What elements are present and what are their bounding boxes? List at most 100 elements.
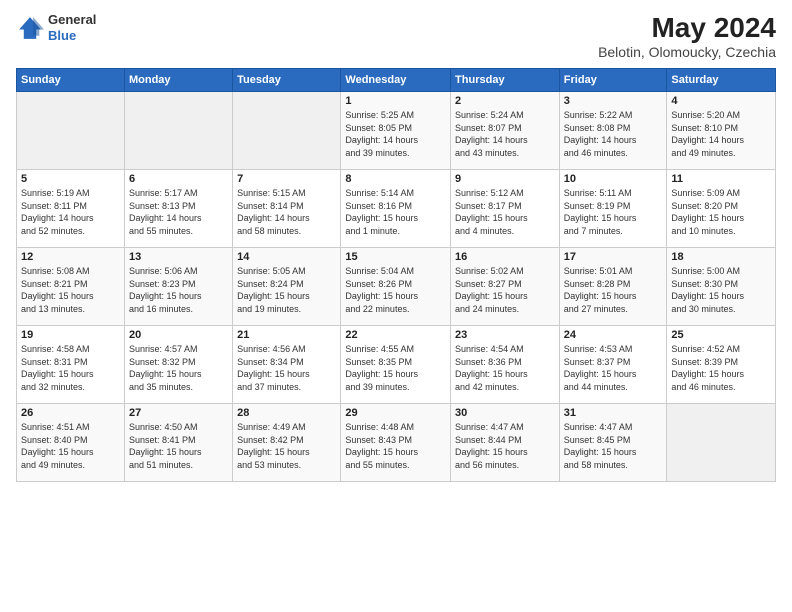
page: General Blue May 2024 Belotin, Olomoucky… <box>0 0 792 612</box>
day-info: Sunrise: 4:47 AMSunset: 8:45 PMDaylight:… <box>564 421 663 471</box>
sunrise-text: Sunrise: 5:04 AM <box>345 265 446 278</box>
daylight-text: and 39 minutes. <box>345 381 446 394</box>
day-number: 5 <box>21 173 120 185</box>
day-info: Sunrise: 5:01 AMSunset: 8:28 PMDaylight:… <box>564 265 663 315</box>
calendar-week-2: 5Sunrise: 5:19 AMSunset: 8:11 PMDaylight… <box>17 170 776 248</box>
calendar-cell: 21Sunrise: 4:56 AMSunset: 8:34 PMDayligh… <box>233 326 341 404</box>
daylight-text: and 39 minutes. <box>345 147 446 160</box>
logo-blue: Blue <box>48 28 96 44</box>
daylight-text: Daylight: 15 hours <box>564 368 663 381</box>
daylight-text: Daylight: 14 hours <box>237 212 336 225</box>
sunrise-text: Sunrise: 5:20 AM <box>671 109 771 122</box>
sunset-text: Sunset: 8:13 PM <box>129 200 228 213</box>
daylight-text: and 49 minutes. <box>671 147 771 160</box>
location: Belotin, Olomoucky, Czechia <box>598 44 776 60</box>
daylight-text: Daylight: 15 hours <box>21 290 120 303</box>
day-number: 25 <box>671 329 771 341</box>
daylight-text: and 58 minutes. <box>564 459 663 472</box>
daylight-text: Daylight: 15 hours <box>455 368 555 381</box>
daylight-text: and 22 minutes. <box>345 303 446 316</box>
sunrise-text: Sunrise: 4:50 AM <box>129 421 228 434</box>
sunset-text: Sunset: 8:44 PM <box>455 434 555 447</box>
day-number: 17 <box>564 251 663 263</box>
sunset-text: Sunset: 8:10 PM <box>671 122 771 135</box>
sunrise-text: Sunrise: 5:22 AM <box>564 109 663 122</box>
day-number: 22 <box>345 329 446 341</box>
sunrise-text: Sunrise: 5:01 AM <box>564 265 663 278</box>
day-number: 7 <box>237 173 336 185</box>
sunrise-text: Sunrise: 4:54 AM <box>455 343 555 356</box>
day-info: Sunrise: 4:56 AMSunset: 8:34 PMDaylight:… <box>237 343 336 393</box>
calendar-week-5: 26Sunrise: 4:51 AMSunset: 8:40 PMDayligh… <box>17 404 776 482</box>
sunset-text: Sunset: 8:14 PM <box>237 200 336 213</box>
daylight-text: Daylight: 15 hours <box>564 290 663 303</box>
day-number: 8 <box>345 173 446 185</box>
sunrise-text: Sunrise: 4:47 AM <box>564 421 663 434</box>
day-info: Sunrise: 4:49 AMSunset: 8:42 PMDaylight:… <box>237 421 336 471</box>
sunset-text: Sunset: 8:17 PM <box>455 200 555 213</box>
logo-icon <box>16 14 44 42</box>
sunrise-text: Sunrise: 5:12 AM <box>455 187 555 200</box>
daylight-text: and 37 minutes. <box>237 381 336 394</box>
sunset-text: Sunset: 8:05 PM <box>345 122 446 135</box>
daylight-text: and 13 minutes. <box>21 303 120 316</box>
col-thursday: Thursday <box>451 69 560 92</box>
daylight-text: Daylight: 15 hours <box>671 368 771 381</box>
daylight-text: Daylight: 15 hours <box>455 446 555 459</box>
daylight-text: Daylight: 15 hours <box>345 446 446 459</box>
day-info: Sunrise: 5:15 AMSunset: 8:14 PMDaylight:… <box>237 187 336 237</box>
day-info: Sunrise: 5:09 AMSunset: 8:20 PMDaylight:… <box>671 187 771 237</box>
daylight-text: and 46 minutes. <box>671 381 771 394</box>
daylight-text: Daylight: 15 hours <box>345 290 446 303</box>
daylight-text: Daylight: 14 hours <box>345 134 446 147</box>
sunrise-text: Sunrise: 4:56 AM <box>237 343 336 356</box>
day-number: 24 <box>564 329 663 341</box>
calendar-cell: 17 Sunrise: 5:01 AMSunset: 8:28 PMDayligh… <box>559 248 667 326</box>
daylight-text: and 53 minutes. <box>237 459 336 472</box>
sunset-text: Sunset: 8:07 PM <box>455 122 555 135</box>
day-number: 12 <box>21 251 120 263</box>
sunrise-text: Sunrise: 5:11 AM <box>564 187 663 200</box>
sunset-text: Sunset: 8:31 PM <box>21 356 120 369</box>
sunset-text: Sunset: 8:39 PM <box>671 356 771 369</box>
day-info: Sunrise: 5:12 AMSunset: 8:17 PMDaylight:… <box>455 187 555 237</box>
day-number: 31 <box>564 407 663 419</box>
sunrise-text: Sunrise: 4:49 AM <box>237 421 336 434</box>
day-info: Sunrise: 5:04 AMSunset: 8:26 PMDaylight:… <box>345 265 446 315</box>
calendar-week-4: 19Sunrise: 4:58 AMSunset: 8:31 PMDayligh… <box>17 326 776 404</box>
day-info: Sunrise: 4:48 AMSunset: 8:43 PMDaylight:… <box>345 421 446 471</box>
day-number: 29 <box>345 407 446 419</box>
daylight-text: Daylight: 15 hours <box>21 368 120 381</box>
daylight-text: and 55 minutes. <box>129 225 228 238</box>
daylight-text: Daylight: 15 hours <box>237 290 336 303</box>
sunset-text: Sunset: 8:30 PM <box>671 278 771 291</box>
day-info: Sunrise: 4:54 AMSunset: 8:36 PMDaylight:… <box>455 343 555 393</box>
day-info: Sunrise: 5:14 AMSunset: 8:16 PMDaylight:… <box>345 187 446 237</box>
sunset-text: Sunset: 8:35 PM <box>345 356 446 369</box>
daylight-text: and 58 minutes. <box>237 225 336 238</box>
day-info: Sunrise: 5:24 AMSunset: 8:07 PMDaylight:… <box>455 109 555 159</box>
calendar-cell: 11Sunrise: 5:09 AMSunset: 8:20 PMDayligh… <box>667 170 776 248</box>
daylight-text: and 16 minutes. <box>129 303 228 316</box>
calendar-cell: 28Sunrise: 4:49 AMSunset: 8:42 PMDayligh… <box>233 404 341 482</box>
daylight-text: Daylight: 15 hours <box>345 212 446 225</box>
calendar-cell: 19Sunrise: 4:58 AMSunset: 8:31 PMDayligh… <box>17 326 125 404</box>
day-number: 19 <box>21 329 120 341</box>
calendar-cell: 14Sunrise: 5:05 AMSunset: 8:24 PMDayligh… <box>233 248 341 326</box>
sunrise-text: Sunrise: 5:00 AM <box>671 265 771 278</box>
sunset-text: Sunset: 8:28 PM <box>564 278 663 291</box>
day-number: 14 <box>237 251 336 263</box>
day-number: 13 <box>129 251 228 263</box>
sunrise-text: Sunrise: 4:51 AM <box>21 421 120 434</box>
daylight-text: Daylight: 15 hours <box>564 446 663 459</box>
calendar-cell: 13Sunrise: 5:06 AMSunset: 8:23 PMDayligh… <box>124 248 232 326</box>
day-info: Sunrise: 5:17 AMSunset: 8:13 PMDaylight:… <box>129 187 228 237</box>
col-saturday: Saturday <box>667 69 776 92</box>
calendar-cell: 22Sunrise: 4:55 AMSunset: 8:35 PMDayligh… <box>341 326 451 404</box>
sunset-text: Sunset: 8:36 PM <box>455 356 555 369</box>
day-number: 26 <box>21 407 120 419</box>
calendar-cell <box>17 92 125 170</box>
calendar-cell: 18Sunrise: 5:00 AMSunset: 8:30 PMDayligh… <box>667 248 776 326</box>
sunrise-text: Sunrise: 4:47 AM <box>455 421 555 434</box>
sunset-text: Sunset: 8:26 PM <box>345 278 446 291</box>
